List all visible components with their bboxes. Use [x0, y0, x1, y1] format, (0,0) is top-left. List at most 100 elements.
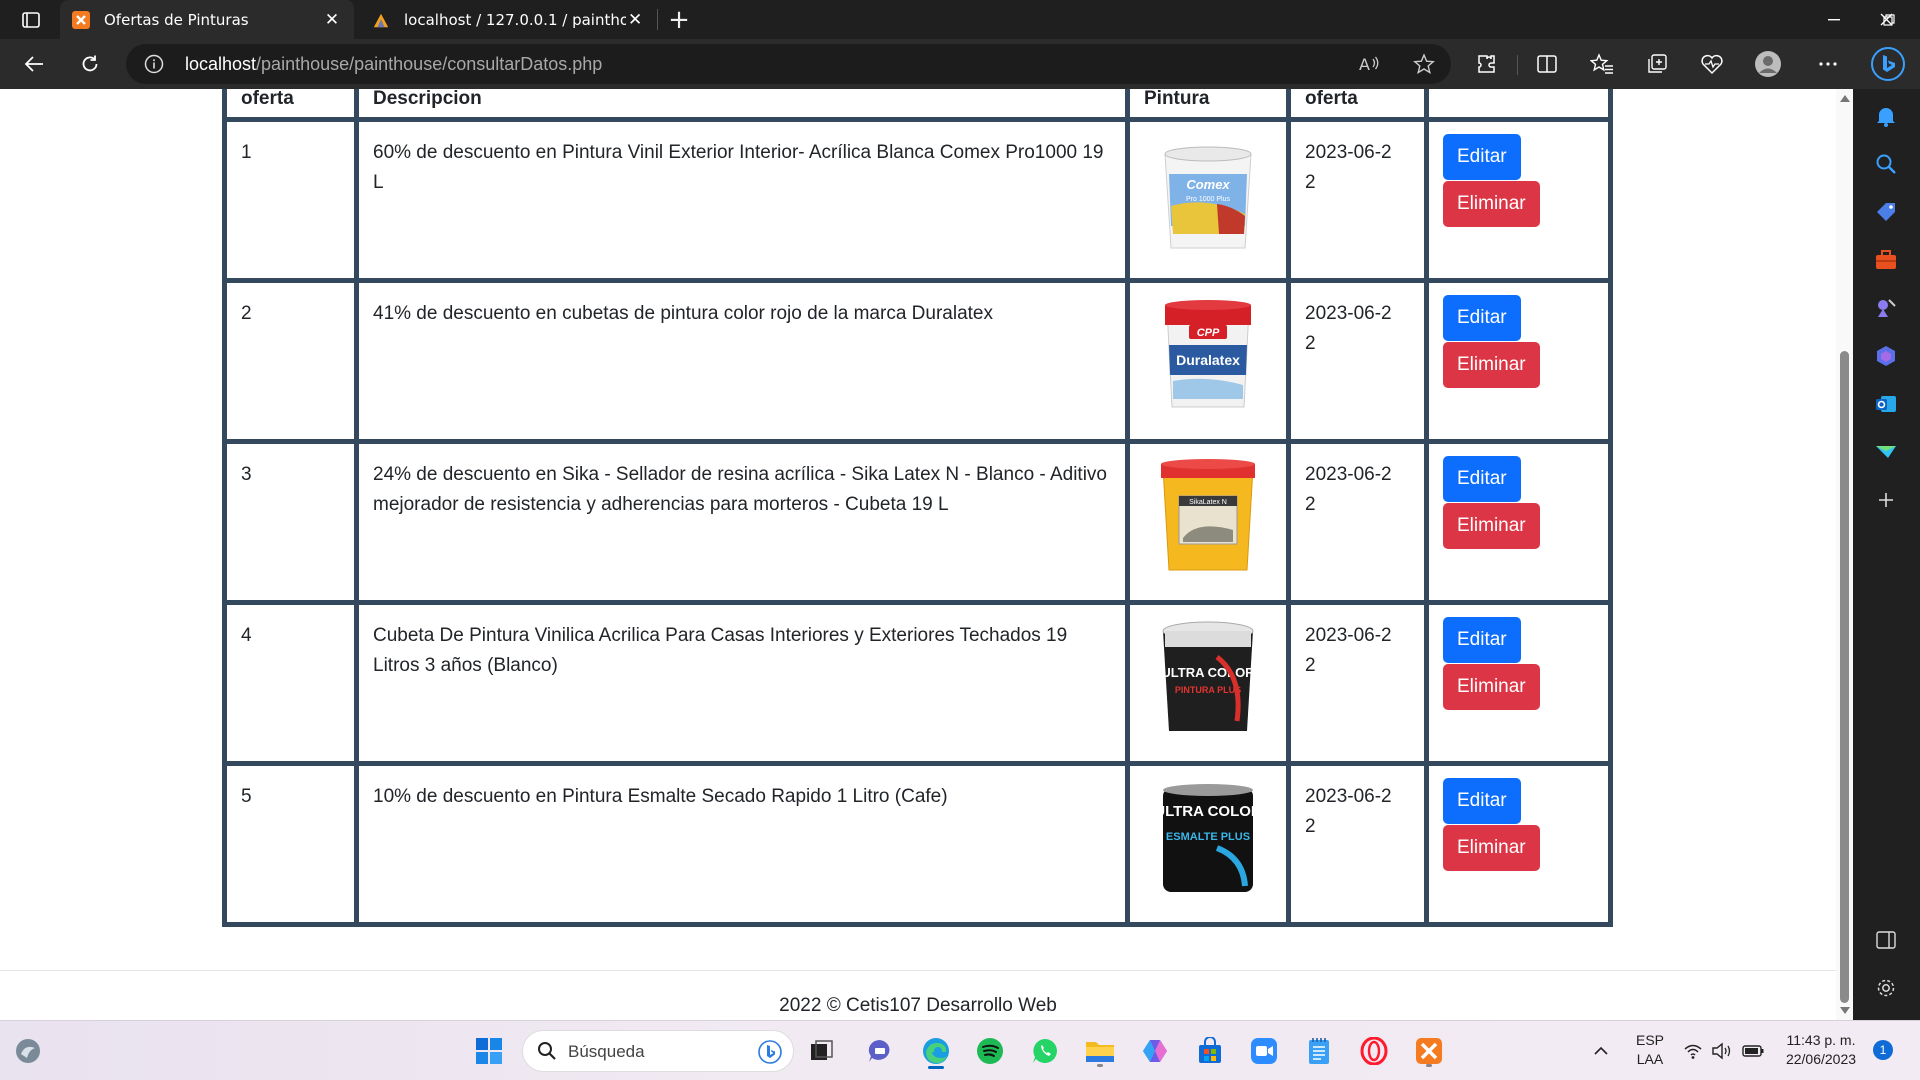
minimize-icon[interactable]: [1806, 0, 1861, 39]
tab-title: localhost / 127.0.0.1 / painthouse: [404, 10, 627, 29]
profile-avatar-icon[interactable]: [1751, 48, 1785, 80]
url-path: /painthouse/painthouse/consultarDatos.ph…: [256, 54, 603, 74]
product-brand-label: ULTRA COLOR: [1161, 665, 1255, 680]
add-sidebar-app-icon[interactable]: [1873, 487, 1899, 513]
edit-button[interactable]: Editar: [1443, 617, 1521, 663]
copilot-app-icon[interactable]: [1137, 1033, 1173, 1069]
search-placeholder: Búsqueda: [568, 1042, 645, 1061]
keyboard-layout: LAA: [1636, 1051, 1664, 1067]
sidebar-settings-gear-icon[interactable]: [1873, 975, 1899, 1001]
xampp-icon[interactable]: [1411, 1033, 1447, 1069]
notepad-icon[interactable]: [1301, 1033, 1337, 1069]
table-row: 2 41% de descuento en cubetas de pintura…: [222, 278, 1613, 444]
clock[interactable]: 11:43 p. m. 22/06/2023: [1776, 1031, 1866, 1069]
scroll-thumb[interactable]: [1840, 351, 1849, 1003]
search-icon[interactable]: [1873, 151, 1899, 177]
tab-phpmyadmin[interactable]: localhost / 127.0.0.1 / painthouse ✕: [360, 0, 656, 39]
header-acciones: [1424, 89, 1613, 120]
more-options-icon[interactable]: [1811, 48, 1845, 80]
page-scrollbar[interactable]: [1836, 89, 1853, 1020]
row-pintura: SikaLatex N: [1125, 439, 1291, 605]
close-tab-icon[interactable]: ✕: [626, 10, 644, 30]
site-info-icon[interactable]: [144, 54, 164, 74]
split-screen-icon[interactable]: [1530, 48, 1564, 80]
delete-button[interactable]: Eliminar: [1443, 664, 1540, 710]
copilot-bing-icon[interactable]: [1868, 44, 1908, 84]
edge-browser-icon[interactable]: [918, 1033, 954, 1069]
microsoft-store-icon[interactable]: [1192, 1033, 1228, 1069]
notifications-bell-icon[interactable]: [1873, 103, 1899, 129]
tab-ofertas[interactable]: Ofertas de Pinturas ✕: [60, 0, 354, 39]
spotify-icon[interactable]: [972, 1033, 1008, 1069]
back-arrow-icon[interactable]: [17, 48, 51, 80]
edit-button[interactable]: Editar: [1443, 456, 1521, 502]
delete-button[interactable]: Eliminar: [1443, 342, 1540, 388]
notification-badge[interactable]: 1: [1873, 1040, 1893, 1060]
shopping-tag-icon[interactable]: [1873, 199, 1899, 225]
address-bar[interactable]: localhost/painthouse/painthouse/consulta…: [126, 44, 1451, 84]
url-text[interactable]: localhost/painthouse/painthouse/consulta…: [185, 54, 602, 75]
edge-sidebar: [1853, 89, 1920, 1020]
favorites-icon[interactable]: [1585, 48, 1619, 80]
delete-button[interactable]: Eliminar: [1443, 503, 1540, 549]
favorite-star-icon[interactable]: [1412, 52, 1436, 76]
product-sub-label: PINTURA PLUS: [1175, 685, 1241, 695]
edit-button[interactable]: Editar: [1443, 134, 1521, 180]
language-code: ESP: [1635, 1032, 1664, 1048]
close-tab-icon[interactable]: ✕: [322, 10, 342, 30]
active-app-indicator: [928, 1066, 944, 1069]
bing-icon: [757, 1039, 783, 1069]
task-view-icon[interactable]: [804, 1033, 840, 1069]
drop-icon[interactable]: [1873, 439, 1899, 465]
games-icon[interactable]: [1873, 295, 1899, 321]
extensions-icon[interactable]: [1469, 48, 1503, 80]
system-status-tray[interactable]: [1679, 1033, 1769, 1069]
refresh-icon[interactable]: [73, 48, 107, 80]
row-pintura: ULTRA COLOR ESMALTE PLUS: [1125, 761, 1291, 927]
zoom-icon[interactable]: [1246, 1033, 1282, 1069]
row-fecha: 2023-06-22: [1286, 439, 1429, 605]
row-pintura: Comex Pro 1000 Plus: [1125, 117, 1291, 283]
row-acciones: Editar Eliminar: [1424, 761, 1613, 927]
input-language[interactable]: ESP LAA: [1628, 1031, 1672, 1069]
delete-button[interactable]: Eliminar: [1443, 825, 1540, 871]
tab-actions-icon[interactable]: [14, 8, 48, 32]
read-aloud-icon[interactable]: A: [1358, 52, 1382, 76]
row-id: 2: [222, 278, 359, 444]
tools-briefcase-icon[interactable]: [1873, 247, 1899, 273]
scroll-up-arrow-icon[interactable]: [1840, 95, 1850, 102]
header-fecha-oferta: oferta: [1286, 89, 1429, 120]
edit-button[interactable]: Editar: [1443, 295, 1521, 341]
product-sub-label: ESMALTE PLUS: [1166, 831, 1250, 843]
row-fecha: 2023-06-22: [1286, 600, 1429, 766]
header-descripcion: Descripcion: [354, 89, 1130, 120]
opera-icon[interactable]: [1356, 1033, 1392, 1069]
product-sub-label: CPP: [1197, 327, 1220, 339]
taskbar-search[interactable]: Búsqueda: [522, 1030, 794, 1072]
browser-essentials-icon[interactable]: [1695, 48, 1729, 80]
row-fecha: 2023-06-22: [1286, 278, 1429, 444]
scroll-down-arrow-icon[interactable]: [1840, 1007, 1850, 1014]
header-oferta-id: oferta: [222, 89, 359, 120]
new-tab-icon[interactable]: +: [664, 5, 694, 35]
row-descripcion: 41% de descuento en cubetas de pintura c…: [354, 278, 1130, 444]
file-explorer-icon[interactable]: [1082, 1033, 1118, 1069]
collections-icon[interactable]: [1640, 48, 1674, 80]
windows-start-icon[interactable]: [471, 1033, 507, 1069]
row-descripcion: 24% de descuento en Sika - Sellador de r…: [354, 439, 1130, 605]
delete-button[interactable]: Eliminar: [1443, 181, 1540, 227]
close-window-icon[interactable]: [1859, 0, 1914, 39]
whatsapp-icon[interactable]: [1027, 1033, 1063, 1069]
row-fecha-text: 2023-06-22: [1305, 786, 1392, 837]
microsoft-365-icon[interactable]: [1873, 343, 1899, 369]
running-app-indicator: [1097, 1064, 1103, 1067]
teams-chat-icon[interactable]: [862, 1033, 898, 1069]
row-pintura: CPP Duralatex: [1125, 278, 1291, 444]
edit-button[interactable]: Editar: [1443, 778, 1521, 824]
footer-copyright: 2022 © Cetis107 Desarrollo Web: [779, 995, 1057, 1016]
outlook-icon[interactable]: [1873, 391, 1899, 417]
table-row: 1 60% de descuento en Pintura Vinil Exte…: [222, 117, 1613, 283]
show-hidden-icons-chevron-up-icon[interactable]: [1583, 1033, 1619, 1069]
hide-sidebar-icon[interactable]: [1873, 927, 1899, 953]
weather-widget-icon[interactable]: [10, 1033, 46, 1069]
